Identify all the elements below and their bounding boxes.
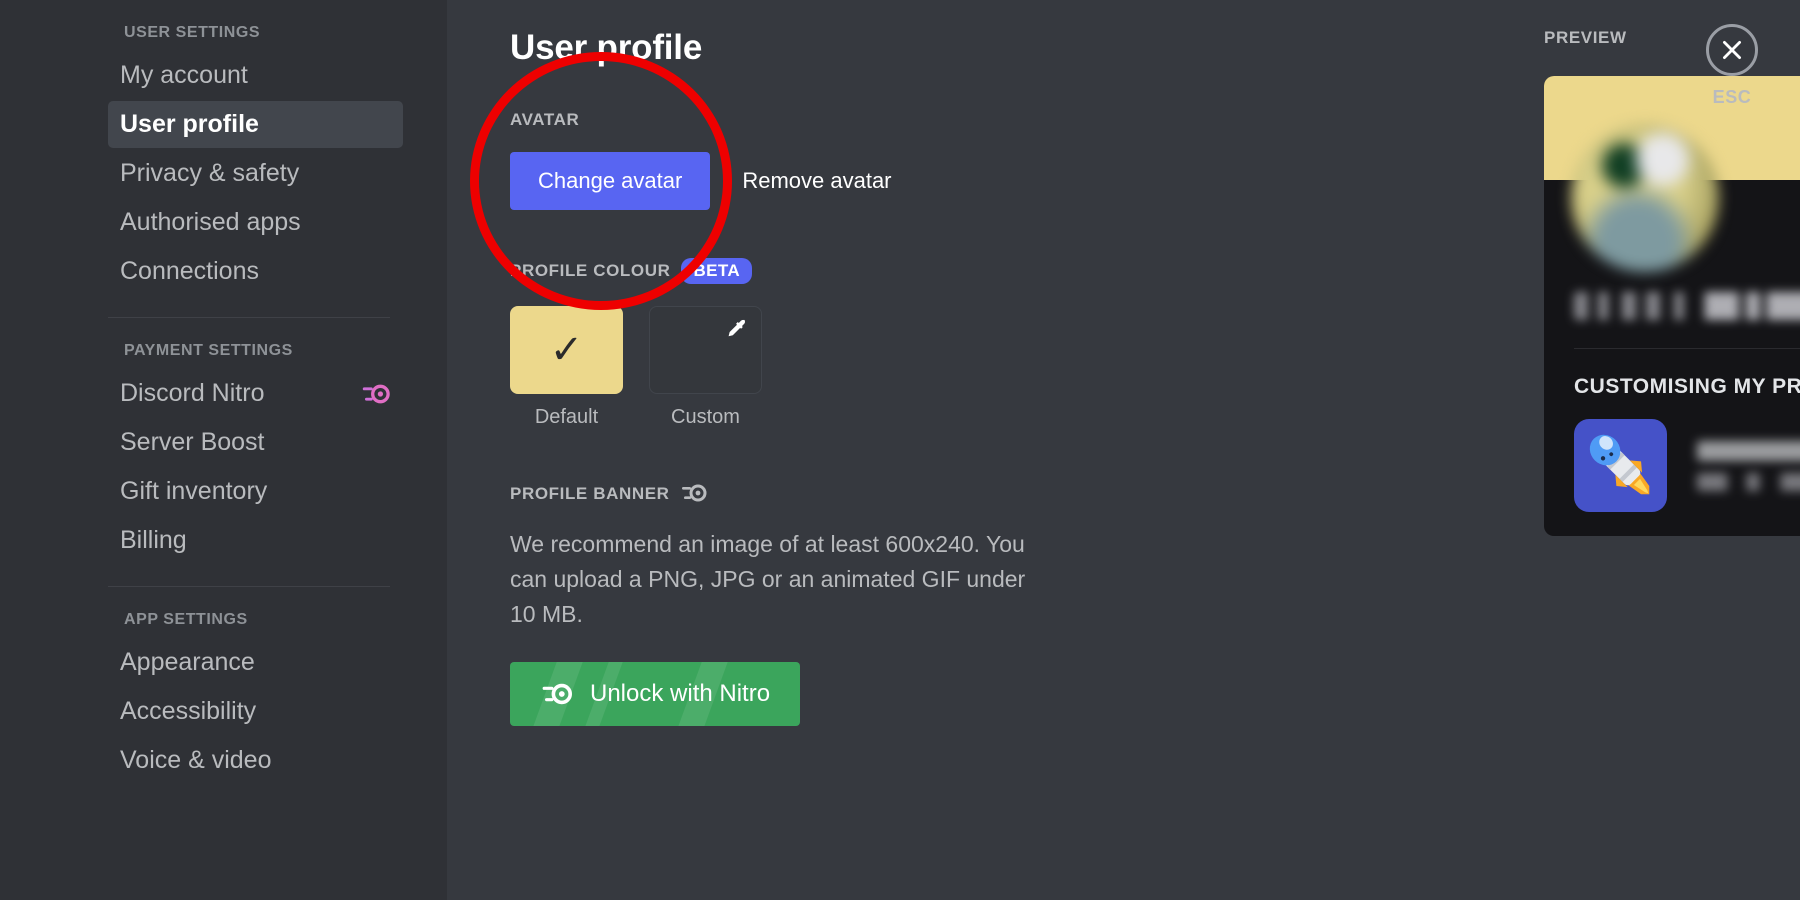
check-icon: ✓	[549, 328, 584, 372]
sidebar-item-label: Billing	[120, 526, 187, 554]
remove-avatar-button[interactable]: Remove avatar	[742, 168, 891, 194]
sidebar-item-privacy-safety[interactable]: Privacy & safety	[108, 150, 403, 197]
nitro-wheel-icon	[540, 682, 574, 706]
sidebar-item-server-boost[interactable]: Server Boost	[108, 419, 403, 466]
sidebar-item-my-account[interactable]: My account	[108, 52, 403, 99]
sidebar-item-voice-video[interactable]: Voice & video	[108, 737, 403, 784]
profile-preview-card: CUSTOMISING MY PROFILE	[1544, 76, 1800, 536]
swatch-default-caption: Default	[534, 406, 599, 428]
sidebar-item-label: Server Boost	[120, 428, 265, 456]
sidebar-item-label: My account	[120, 61, 248, 89]
preview-activity-header: CUSTOMISING MY PROFILE	[1574, 375, 1800, 398]
sidebar-item-label: Voice & video	[120, 746, 272, 774]
sidebar-groups: USER SETTINGS My account User profile Priva…	[0, 18, 447, 784]
swatch-default-wrap: ✓ Default	[510, 306, 623, 429]
nitro-wheel-icon	[361, 383, 391, 405]
preview-activity-line-1	[1697, 440, 1800, 461]
preview-activity-line-2	[1697, 472, 1800, 491]
preview-divider	[1574, 348, 1800, 349]
sidebar-item-accessibility[interactable]: Accessibility	[108, 688, 403, 735]
unlock-with-nitro-button[interactable]: Unlock with Nitro	[510, 661, 801, 726]
avatar-section-label-text: AVATAR	[510, 110, 580, 129]
sidebar-item-billing[interactable]: Billing	[108, 517, 403, 564]
profile-banner-description: We recommend an image of at least 600x24…	[510, 531, 1026, 627]
swatch-custom-caption: Custom	[671, 406, 740, 428]
close-settings-button[interactable]: ESC	[1706, 24, 1758, 108]
swatch-custom-wrap: Custom	[649, 306, 762, 429]
profile-banner-label-text: PROFILE BANNER	[510, 484, 670, 503]
swatch-default[interactable]: ✓	[510, 306, 623, 394]
sidebar-item-label: User profile	[120, 110, 259, 138]
change-avatar-button[interactable]: Change avatar	[510, 152, 711, 210]
settings-main-panel: User profile AVATAR Change avatar Remove…	[447, 0, 1800, 900]
close-settings-label: ESC	[1712, 87, 1752, 107]
sidebar-item-label: Connections	[120, 257, 259, 285]
preview-label: PREVIEW	[1544, 28, 1627, 47]
close-icon	[1706, 24, 1758, 76]
sidebar-item-label: Authorised apps	[120, 208, 301, 236]
sidebar-item-label: Appearance	[120, 648, 255, 676]
rocket-pencil-icon	[1574, 419, 1667, 512]
nitro-wheel-icon	[681, 483, 711, 505]
sidebar-item-label: Privacy & safety	[120, 159, 300, 187]
sidebar-divider	[108, 586, 390, 587]
preview-avatar	[1571, 124, 1719, 272]
swatch-custom[interactable]	[649, 306, 762, 394]
preview-column: PREVIEW CUSTOMISING MY PROFILE	[1544, 28, 1800, 536]
unlock-with-nitro-label: Unlock with Nitro	[590, 679, 771, 707]
preview-activity-row	[1574, 419, 1800, 512]
eyedropper-icon	[723, 317, 751, 350]
sidebar-item-label: Accessibility	[120, 697, 257, 725]
sidebar-group-header: PAYMENT SETTINGS	[124, 342, 293, 359]
preview-username-redacted	[1574, 292, 1800, 320]
sidebar-group-header: USER SETTINGS	[124, 24, 261, 41]
sidebar-item-appearance[interactable]: Appearance	[108, 639, 403, 686]
user-settings-window: USER SETTINGS My account User profile Priva…	[0, 0, 1800, 900]
preview-activity-text-redacted	[1697, 440, 1800, 491]
settings-sidebar: USER SETTINGS My account User profile Priva…	[0, 0, 447, 900]
sidebar-item-connections[interactable]: Connections	[108, 248, 403, 295]
sidebar-divider	[108, 317, 390, 318]
sidebar-item-user-profile[interactable]: User profile	[108, 101, 403, 148]
sidebar-item-authorised-apps[interactable]: Authorised apps	[108, 199, 403, 246]
sidebar-group-header: APP SETTINGS	[124, 611, 248, 628]
sidebar-item-label: Discord Nitro	[120, 379, 265, 407]
sidebar-item-label: Gift inventory	[120, 477, 268, 505]
beta-badge: BETA	[681, 258, 753, 284]
profile-colour-label-text: PROFILE COLOUR	[510, 261, 671, 280]
sidebar-item-discord-nitro[interactable]: Discord Nitro	[108, 370, 403, 417]
sidebar-item-gift-inventory[interactable]: Gift inventory	[108, 468, 403, 515]
